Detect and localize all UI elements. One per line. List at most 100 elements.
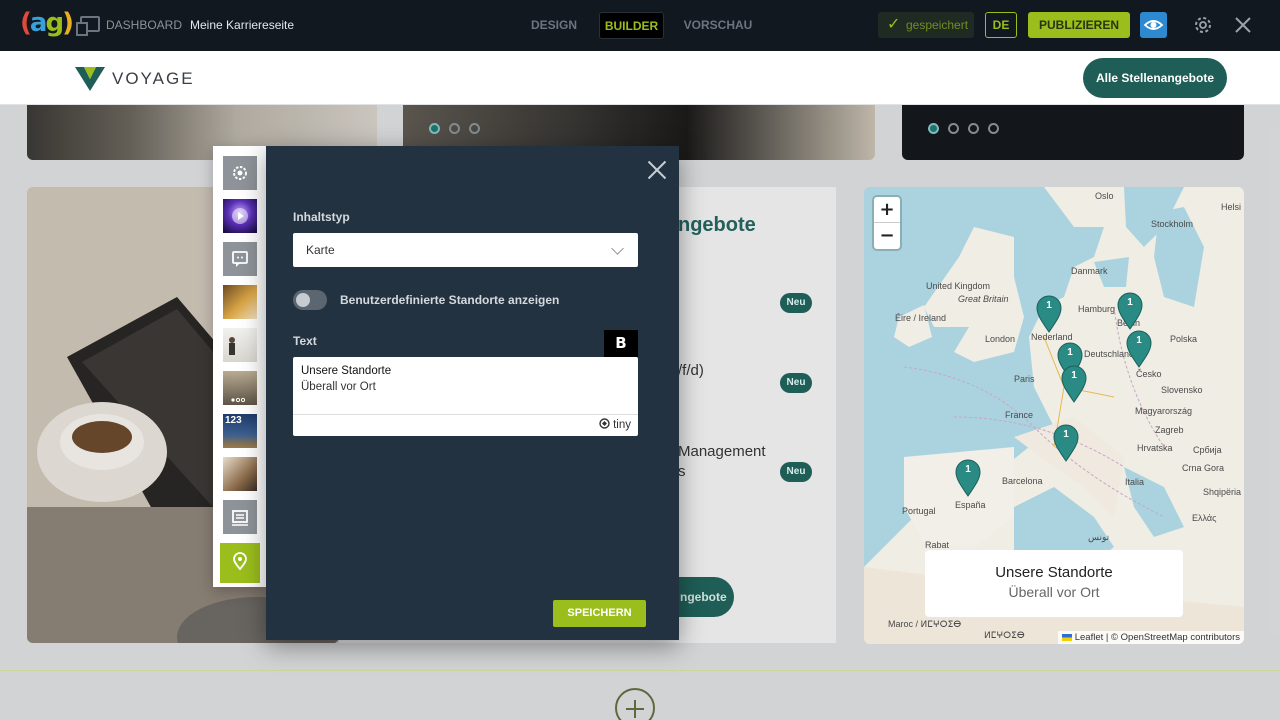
section-thumb-video[interactable] xyxy=(223,199,257,233)
content-type-value: Karte xyxy=(306,243,335,257)
play-icon xyxy=(232,208,248,224)
map-label: United Kingdom xyxy=(926,281,991,291)
map-label: Србија xyxy=(1193,445,1222,455)
map-pin-icon xyxy=(233,552,247,571)
map-label: Hamburg xyxy=(1078,304,1116,314)
brand-logo[interactable]: VOYAGE xyxy=(74,65,194,93)
section-thumb-gallery[interactable] xyxy=(223,457,257,491)
tab-preview[interactable]: VORSCHAU xyxy=(683,12,753,39)
rich-text-editor[interactable]: Unsere Standorte Überall vor Ort tiny xyxy=(293,357,638,436)
editor-line-subtitle[interactable]: Überall vor Ort xyxy=(301,381,376,393)
map-label: تونس xyxy=(1088,532,1110,542)
preview-button[interactable] xyxy=(1140,12,1167,38)
location-marker[interactable]: 1 xyxy=(1126,330,1152,368)
map-label: Éire / Ireland xyxy=(895,313,947,323)
save-button[interactable]: SPEICHERN xyxy=(553,600,646,627)
map-label: Magyarország xyxy=(1135,406,1193,416)
locations-map[interactable]: + − Oslo Helsi Stockholm Danmark United … xyxy=(864,187,1244,644)
map-label: Crna Gora xyxy=(1182,463,1225,473)
map-label: Slovensko xyxy=(1161,385,1203,395)
language-button[interactable]: DE xyxy=(985,12,1017,38)
section-thumb-numbers[interactable]: 123 xyxy=(223,414,257,448)
map-label: ⵍⵎⵖⵔⵉⴱ xyxy=(984,630,1025,640)
section-thumb-settings[interactable] xyxy=(223,156,257,190)
close-dialog-button[interactable] xyxy=(647,160,667,180)
map-info-title: Unsere Standorte xyxy=(995,564,1113,581)
builder-topbar: (ag) DASHBOARD Meine Karriereseite DESIG… xyxy=(0,0,1280,51)
all-jobs-button[interactable]: Alle Stellenangebote xyxy=(1083,58,1227,98)
section-thumb-slider[interactable] xyxy=(223,371,257,405)
tiny-label: tiny xyxy=(613,419,631,431)
content-type-label: Inhaltstyp xyxy=(293,210,350,224)
gear-icon[interactable] xyxy=(1191,13,1215,37)
app-logo[interactable]: (ag) xyxy=(20,8,74,42)
saved-status: gespeichert xyxy=(878,12,974,38)
marker-count: 1 xyxy=(1063,429,1069,440)
bold-button[interactable]: B xyxy=(604,330,638,357)
location-marker[interactable]: 1 xyxy=(1117,292,1143,330)
marker-count: 1 xyxy=(1136,335,1142,346)
osm-attribution[interactable]: | © OpenStreetMap contributors xyxy=(1103,632,1240,643)
map-label: Portugal xyxy=(902,506,936,516)
map-label: Ελλάς xyxy=(1192,513,1217,523)
map-label: Barcelona xyxy=(1002,476,1043,486)
custom-locations-toggle[interactable] xyxy=(293,290,327,310)
location-marker[interactable]: 1 xyxy=(1036,295,1062,333)
editor-statusbar: tiny xyxy=(293,414,638,436)
section-thumb-quote[interactable] xyxy=(223,242,257,276)
dashboard-link[interactable]: DASHBOARD xyxy=(106,18,182,32)
list-icon xyxy=(232,510,248,526)
tab-design[interactable]: DESIGN xyxy=(527,12,581,39)
map-label: Italia xyxy=(1125,477,1145,487)
marker-count: 1 xyxy=(1071,370,1077,381)
map-label: Shqipëria xyxy=(1203,487,1242,497)
new-badge: Neu xyxy=(780,373,812,393)
marker-count: 1 xyxy=(1046,300,1052,311)
map-section-editor: Inhaltstyp Karte Benutzerdefinierte Stan… xyxy=(266,146,679,640)
job-title-fragment[interactable]: Management xyxy=(678,443,766,460)
location-marker[interactable]: 1 xyxy=(1053,424,1079,462)
add-section-button[interactable] xyxy=(615,688,655,720)
job-title-fragment[interactable]: s xyxy=(678,463,686,480)
custom-locations-label: Benutzerdefinierte Standorte anzeigen xyxy=(340,293,560,307)
marker-count: 1 xyxy=(965,464,971,475)
gear-icon xyxy=(233,166,247,180)
map-attribution: Leaflet | © OpenStreetMap contributors xyxy=(1057,631,1244,644)
map-label: London xyxy=(985,334,1016,344)
section-thumb-map[interactable] xyxy=(220,543,260,583)
location-marker[interactable]: 1 xyxy=(1061,365,1087,403)
chevron-down-icon xyxy=(611,242,624,255)
map-label: Rabat xyxy=(925,540,950,550)
page-name: Meine Karriereseite xyxy=(190,18,295,32)
job-title-fragment[interactable]: /f/d) xyxy=(678,362,704,379)
location-marker[interactable]: 1 xyxy=(955,459,981,497)
map-label: Nederland xyxy=(1031,332,1073,342)
new-badge: Neu xyxy=(780,293,812,313)
marker-count: 1 xyxy=(1067,347,1073,358)
voyage-logo-icon xyxy=(75,67,105,91)
editor-line-title[interactable]: Unsere Standorte xyxy=(301,365,391,377)
map-label: Helsi xyxy=(1221,202,1242,212)
content-type-select[interactable]: Karte xyxy=(293,233,638,267)
zoom-out-button[interactable]: − xyxy=(874,223,900,249)
map-info-box: Unsere Standorte Überall vor Ort xyxy=(925,550,1183,617)
map-label: Česko xyxy=(1136,369,1162,379)
map-label: Stockholm xyxy=(1151,219,1194,229)
tiny-branding[interactable]: tiny xyxy=(599,418,631,431)
section-divider xyxy=(0,670,1280,671)
zoom-control: + − xyxy=(874,197,900,249)
new-badge: Neu xyxy=(780,462,812,482)
map-label: Great Britain xyxy=(958,294,1009,304)
tab-builder[interactable]: BUILDER xyxy=(599,12,664,39)
map-info-subtitle: Überall vor Ort xyxy=(1008,584,1100,600)
section-thumb-image-text[interactable] xyxy=(223,285,257,319)
dashboard-icon[interactable] xyxy=(76,16,100,36)
zoom-in-button[interactable]: + xyxy=(874,197,900,223)
numbers-thumb-label: 123 xyxy=(225,415,242,426)
publish-button[interactable]: PUBLIZIEREN xyxy=(1028,12,1130,38)
close-icon[interactable] xyxy=(1231,13,1255,37)
leaflet-link[interactable]: Leaflet xyxy=(1075,632,1104,643)
map-label: Hrvatska xyxy=(1137,443,1173,453)
section-thumb-team[interactable] xyxy=(223,328,257,362)
section-thumb-job-list[interactable] xyxy=(223,500,257,534)
